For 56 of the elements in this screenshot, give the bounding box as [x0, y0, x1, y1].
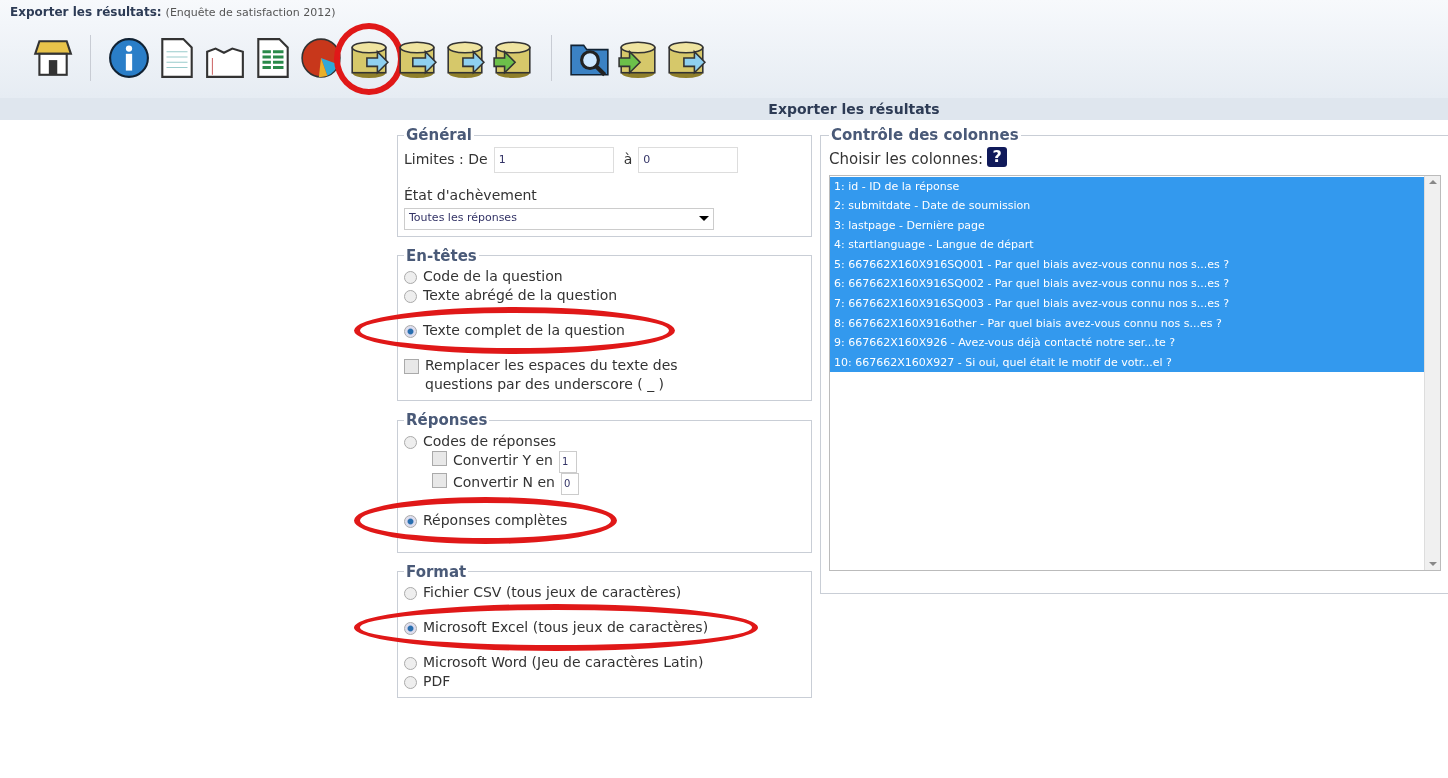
column-option[interactable]: 10: 667662X160X927 - Si oui, quel était le motif de votr...el ?	[830, 352, 1424, 373]
page-title: Exporter les résultats:	[10, 4, 162, 21]
radio-button[interactable]	[404, 587, 417, 600]
option-label: Fichier CSV (tous jeux de caractères)	[423, 583, 682, 602]
radio-button[interactable]	[404, 271, 417, 284]
option-label: Texte complet de la question	[423, 321, 625, 340]
section-legend: Format	[404, 560, 469, 583]
input-field[interactable]: 0	[638, 146, 739, 173]
option-label: Remplacer les espaces du texte des questions par des underscore ( _ )	[425, 356, 679, 394]
column-option[interactable]: 4: startlanguage - Langue de départ	[830, 235, 1424, 255]
section-legend: Réponses	[404, 409, 490, 432]
option-label: Convertir N en	[453, 472, 555, 492]
checkbox[interactable]	[432, 472, 447, 488]
panel-title: Exporter les résultats	[767, 99, 940, 119]
radio-button[interactable]	[404, 325, 417, 338]
caret-icon	[699, 216, 709, 221]
checkbox[interactable]	[404, 359, 419, 374]
field-label: Limites : De	[404, 150, 488, 169]
column-option[interactable]: 6: 667662X160X916SQ002 - Par quel biais avez-vous connu nos s...es ?	[830, 274, 1424, 295]
section-legend: Contrôle des colonnes	[829, 124, 1021, 147]
input-field[interactable]: 1	[558, 450, 577, 473]
input-field[interactable]: 1	[493, 146, 614, 173]
column-option[interactable]: 1: id - ID de la réponse	[830, 176, 1424, 197]
column-list[interactable]	[829, 174, 1441, 571]
option-label: Réponses complètes	[423, 510, 568, 530]
scrollbar[interactable]	[1424, 175, 1440, 570]
section-legend: Général	[404, 124, 474, 147]
option-label: Texte abrégé de la question	[423, 286, 618, 305]
section-legend: En-têtes	[404, 244, 479, 267]
help-icon[interactable]: ?	[987, 146, 1008, 167]
radio-button[interactable]	[404, 514, 417, 528]
column-option[interactable]: 2: submitdate - Date de soumission	[830, 196, 1424, 216]
input-field[interactable]: 0	[560, 472, 579, 495]
radio-button[interactable]	[404, 290, 417, 303]
option-label: Codes de réponses	[423, 431, 557, 451]
radio-button[interactable]	[404, 622, 417, 635]
option-label: PDF	[423, 672, 451, 691]
info-icon[interactable]	[108, 36, 150, 79]
option-label: Code de la question	[423, 267, 563, 286]
column-option[interactable]: 8: 667662X160X916other - Par quel biais avez-vous connu nos s...es ?	[830, 313, 1424, 334]
survey-name: (Enquête de satisfaction 2012)	[165, 5, 336, 21]
checkbox[interactable]	[432, 450, 447, 466]
option-label: Microsoft Excel (tous jeux de caractères)	[423, 618, 709, 637]
field-label: État d'achèvement	[404, 185, 538, 205]
option-label: Convertir Y en	[453, 450, 553, 470]
field-label: Choisir les colonnes:	[829, 149, 984, 170]
column-option[interactable]: 3: lastpage - Dernière page	[830, 215, 1424, 236]
column-option[interactable]: 9: 667662X160X926 - Avez-vous déjà contacté notre ser...te ?	[830, 333, 1424, 353]
field-label: à	[623, 150, 633, 169]
option-label: Microsoft Word (Jeu de caractères Latin)	[423, 653, 704, 672]
column-option[interactable]: 5: 667662X160X916SQ001 - Par quel biais avez-vous connu nos s...es ?	[830, 254, 1424, 275]
dropdown[interactable]: Toutes les réponses	[404, 207, 714, 230]
radio-button[interactable]	[404, 676, 417, 689]
radio-button[interactable]	[404, 657, 417, 670]
radio-button[interactable]	[404, 435, 417, 449]
column-option[interactable]: 7: 667662X160X916SQ003 - Par quel biais avez-vous connu nos s...es ?	[830, 294, 1424, 314]
